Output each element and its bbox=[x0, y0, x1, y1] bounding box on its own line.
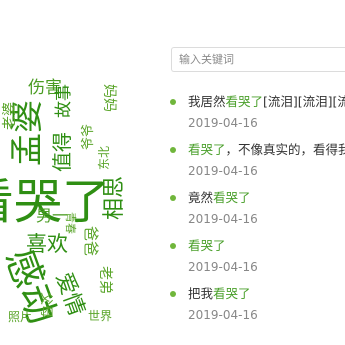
comment-date: 2019-04-16 bbox=[188, 212, 258, 226]
cloud-word[interactable]: 故事 bbox=[54, 84, 74, 118]
bullet-dot bbox=[170, 147, 176, 153]
comment-link[interactable]: 看哭了，不像真实的，看得我好感动 bbox=[188, 142, 345, 158]
bullet-dot bbox=[170, 243, 176, 249]
cloud-word[interactable]: 青春 bbox=[64, 212, 77, 234]
bullet-dot bbox=[170, 99, 176, 105]
cloud-word[interactable]: 东北 bbox=[97, 146, 111, 170]
cloud-word[interactable]: 相思 bbox=[102, 176, 127, 220]
cloud-word[interactable]: 爸爸 bbox=[82, 226, 100, 256]
cloud-word[interactable]: 世界 bbox=[88, 310, 112, 322]
comment-link[interactable]: 把我看哭了 bbox=[188, 286, 345, 302]
cloud-word[interactable]: 照片 bbox=[8, 311, 32, 323]
comment-date: 2019-04-16 bbox=[188, 260, 258, 274]
comment-date: 2019-04-16 bbox=[188, 164, 258, 178]
list-item: 看哭了，不像真实的，看得我好感动 2019-04-16 bbox=[170, 142, 345, 190]
cloud-word[interactable]: 妈妈 bbox=[101, 84, 117, 112]
word-cloud: 伤害 故事 妈妈 爷爷 孟婆 值得 老婆 东北 看哭了 相思 男一 喜欢 爸爸 … bbox=[0, 0, 150, 345]
list-item: 我居然看哭了[流泪][流泪][流泪] 2019-04-16 bbox=[170, 94, 345, 142]
list-item: 竟然看哭了 2019-04-16 bbox=[170, 190, 345, 238]
comment-link[interactable]: 我居然看哭了[流泪][流泪][流泪] bbox=[188, 94, 345, 110]
cloud-word[interactable]: 老婆 bbox=[2, 102, 18, 130]
comment-date: 2019-04-16 bbox=[188, 116, 258, 130]
cloud-word[interactable]: 老弟 bbox=[97, 266, 113, 294]
search-input[interactable] bbox=[171, 47, 345, 72]
bullet-dot bbox=[170, 195, 176, 201]
comment-link[interactable]: 看哭了 bbox=[188, 238, 345, 254]
comment-date: 2019-04-16 bbox=[188, 308, 258, 322]
comment-list: 我居然看哭了[流泪][流泪][流泪] 2019-04-16 看哭了，不像真实的，… bbox=[170, 94, 345, 334]
comment-link[interactable]: 竟然看哭了 bbox=[188, 190, 345, 206]
bullet-dot bbox=[170, 291, 176, 297]
cloud-word[interactable]: 爷爷 bbox=[81, 124, 96, 150]
list-item: 看哭了 2019-04-16 bbox=[170, 238, 345, 286]
cloud-word[interactable]: 父母 bbox=[38, 292, 53, 318]
list-item: 把我看哭了 2019-04-16 bbox=[170, 286, 345, 334]
cloud-word[interactable]: 值得 bbox=[50, 132, 74, 172]
